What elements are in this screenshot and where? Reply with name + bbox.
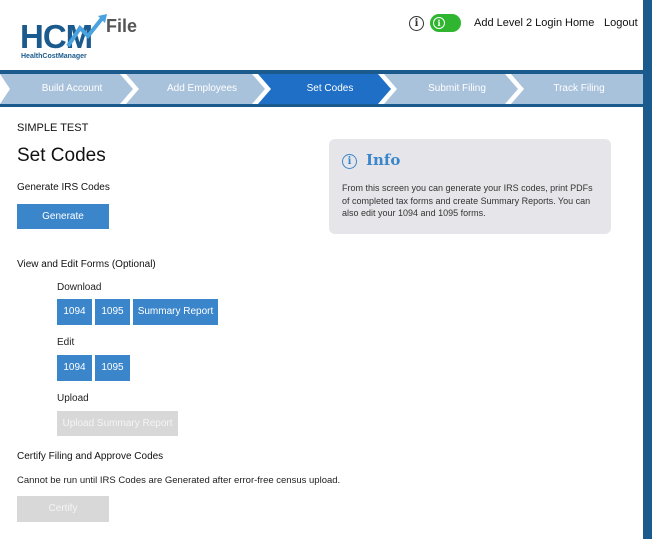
edit-label: Edit <box>57 337 75 348</box>
view-edit-section-label: View and Edit Forms (Optional) <box>17 259 156 270</box>
progress-steps: Build Account Add Employees Set Codes Su… <box>0 74 643 104</box>
certify-button[interactable]: Certify <box>17 496 109 522</box>
generate-section-label: Generate IRS Codes <box>17 182 110 193</box>
step-set-codes[interactable]: Set Codes <box>271 74 389 104</box>
svg-text:HCM: HCM <box>20 18 92 55</box>
logout-link[interactable]: Logout <box>604 17 638 29</box>
certify-note: Cannot be run until IRS Codes are Genera… <box>17 475 341 486</box>
download-1094-button[interactable]: 1094 <box>57 299 92 325</box>
download-label: Download <box>57 282 102 293</box>
step-add-employees[interactable]: Add Employees <box>139 74 265 104</box>
step-track-filing[interactable]: Track Filing <box>524 74 634 104</box>
svg-text:HealthCostManager: HealthCostManager <box>21 53 87 60</box>
edit-1094-button[interactable]: 1094 <box>57 355 92 381</box>
logo-graphic: HCM File HealthCostManager <box>20 14 137 60</box>
certify-section-label: Certify Filing and Approve Codes <box>17 451 164 462</box>
info-title: Info <box>366 151 401 169</box>
add-level2-login-link[interactable]: Add Level 2 Login <box>474 17 562 29</box>
info-panel: i Info From this screen you can generate… <box>329 139 611 234</box>
window-edge <box>643 0 652 539</box>
company-name: SIMPLE TEST <box>17 122 89 134</box>
upload-summary-report-button[interactable]: Upload Summary Report <box>57 411 178 436</box>
info-circle-icon: i <box>433 17 445 29</box>
page-title: Set Codes <box>17 145 106 166</box>
info-circle-icon: i <box>342 154 357 169</box>
generate-button[interactable]: Generate <box>17 204 109 229</box>
edit-1095-button[interactable]: 1095 <box>95 355 130 381</box>
download-1095-button[interactable]: 1095 <box>95 299 130 325</box>
page: HCM File HealthCostManager i i Add Level… <box>0 0 643 539</box>
info-text: From this screen you can generate your I… <box>342 183 593 218</box>
home-link[interactable]: Home <box>565 17 594 29</box>
upload-label: Upload <box>57 393 89 404</box>
hcmfile-logo[interactable]: HCM File HealthCostManager <box>20 14 150 62</box>
info-circle-icon[interactable]: i <box>409 16 424 31</box>
summary-report-button[interactable]: Summary Report <box>133 299 218 325</box>
step-submit-filing[interactable]: Submit Filing <box>397 74 517 104</box>
step-build-account[interactable]: Build Account <box>10 74 134 104</box>
stepbar-bottom-border <box>0 104 643 107</box>
svg-text:File: File <box>106 16 137 36</box>
info-toggle[interactable]: i <box>430 14 461 32</box>
